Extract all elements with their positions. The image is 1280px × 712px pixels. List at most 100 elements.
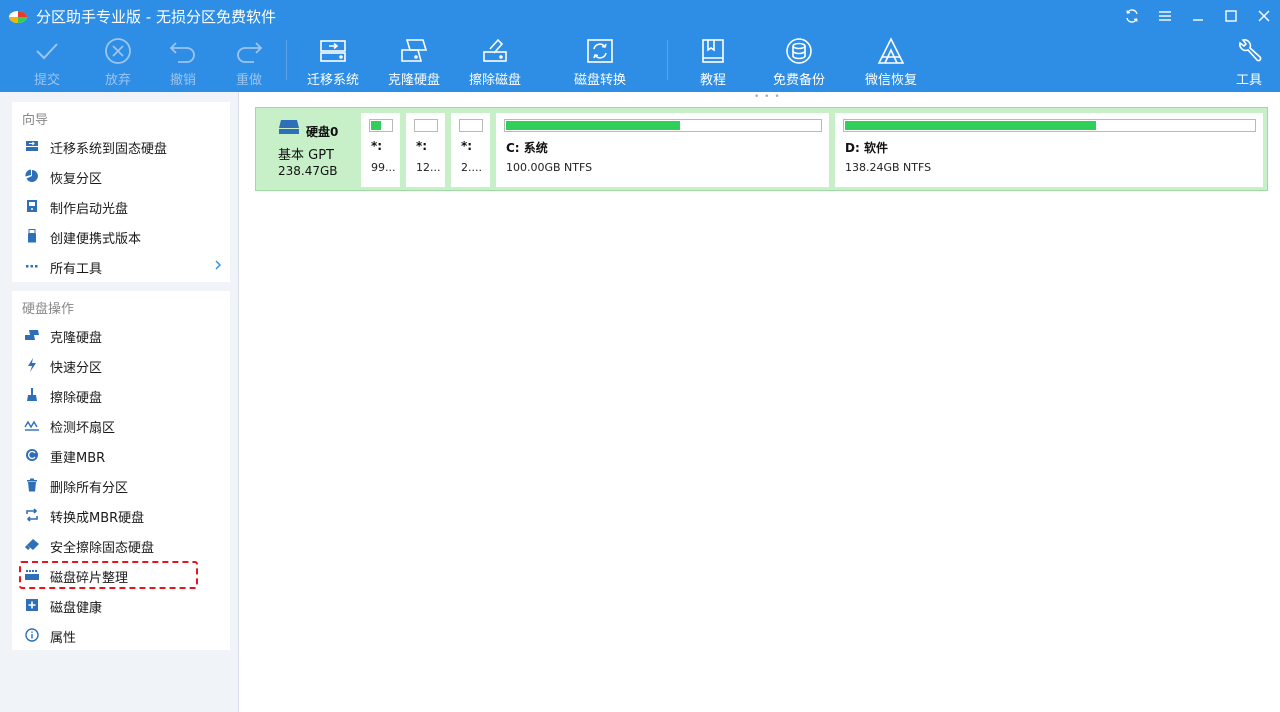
- disk-op-properties[interactable]: 属性: [12, 620, 230, 650]
- eraser-icon: [24, 537, 40, 553]
- recover-pie-icon: [24, 168, 40, 184]
- migrate-os-button[interactable]: 迁移系统: [305, 34, 361, 90]
- disk-op-secure-erase-ssd[interactable]: 安全擦除固态硬盘: [12, 530, 230, 560]
- undo-button[interactable]: 撤销: [164, 34, 202, 90]
- migrate-os-icon: [320, 40, 346, 62]
- minimize-button[interactable]: [1181, 0, 1214, 32]
- hard-disk-icon: [279, 120, 299, 134]
- rebuild-icon: [24, 447, 40, 463]
- app-logo-icon: [9, 11, 27, 23]
- redo-icon: [237, 42, 263, 63]
- wizard-item-all-tools[interactable]: 所有工具: [12, 251, 230, 281]
- check-icon: [36, 43, 58, 60]
- menu-button[interactable]: [1148, 0, 1181, 32]
- wechat-recovery-button[interactable]: 微信恢复: [863, 34, 919, 90]
- wizard-title: 向导: [22, 113, 49, 128]
- health-plus-icon: [24, 597, 40, 613]
- close-button[interactable]: [1247, 0, 1280, 32]
- partition-name: *:: [371, 139, 383, 153]
- hamburger-menu-icon: [1158, 11, 1171, 21]
- partition-info: 100.00GB NTFS: [506, 161, 593, 174]
- free-backup-button[interactable]: 免费备份: [771, 34, 827, 90]
- refresh-button[interactable]: [1115, 0, 1148, 32]
- partition-block[interactable]: *: 2....: [451, 113, 490, 187]
- disk-ops-card: 硬盘操作 克隆硬盘 快速分区 擦除硬盘 检测坏扇区 重建MBR 删除所有分区 转…: [12, 291, 230, 650]
- title-bar: 分区助手专业版 - 无损分区免费软件: [0, 0, 1280, 32]
- tools-button[interactable]: 工具: [1234, 34, 1264, 90]
- disk-name: 硬盘0: [306, 125, 339, 139]
- disk-op-delete-all-partitions[interactable]: 删除所有分区: [12, 470, 230, 500]
- disk-op-bad-sector-check[interactable]: 检测坏扇区: [12, 410, 230, 440]
- disk-op-wipe-disk[interactable]: 擦除硬盘: [12, 380, 230, 410]
- partition-block[interactable]: *: 99...: [361, 113, 400, 187]
- usage-bar: [459, 119, 483, 132]
- maximize-icon: [1224, 10, 1237, 22]
- toolbar-separator: [667, 40, 668, 80]
- wizard-item-portable-version[interactable]: 创建便携式版本: [12, 221, 230, 251]
- disk-convert-button[interactable]: 磁盘转换: [572, 34, 628, 90]
- partition-name: *:: [461, 139, 473, 153]
- partition-name: D: 软件: [845, 141, 888, 155]
- partition-name: C: 系统: [506, 141, 548, 155]
- disk-info[interactable]: 硬盘0 基本 GPT 238.47GB: [256, 108, 356, 190]
- left-panel: 向导 迁移系统到固态硬盘 恢复分区 制作启动光盘 创建便携式版本 所有工具 硬盘…: [0, 92, 239, 712]
- main-toolbar: 提交 放弃 撤销 重做 迁移系统 克隆硬盘 擦除磁盘 磁盘转换 教程 免费备份 …: [0, 34, 1280, 90]
- usage-bar: [369, 119, 393, 132]
- submit-button[interactable]: 提交: [28, 34, 66, 90]
- usage-fill: [845, 121, 1096, 130]
- backup-database-icon: [786, 38, 812, 64]
- discard-button[interactable]: 放弃: [99, 34, 137, 90]
- clone-disk-button[interactable]: 克隆硬盘: [386, 34, 442, 90]
- partition-name: *:: [416, 139, 428, 153]
- partition-info: 99...: [371, 161, 396, 174]
- disk-op-rebuild-mbr[interactable]: 重建MBR: [12, 440, 230, 470]
- wave-icon: [24, 417, 40, 433]
- wipe-disk-button[interactable]: 擦除磁盘: [467, 34, 523, 90]
- usb-icon: [24, 228, 40, 244]
- usage-fill: [506, 121, 680, 130]
- usage-bar: [414, 119, 438, 132]
- main-area: • • • 硬盘0 基本 GPT 238.47GB *: 99... *: 12…: [240, 92, 1280, 712]
- wizard-item-bootable-media[interactable]: 制作启动光盘: [12, 191, 230, 221]
- book-icon: [702, 39, 724, 63]
- usage-fill: [371, 121, 381, 130]
- migrate-icon: [24, 138, 40, 154]
- defrag-highlight-marker: [19, 561, 198, 589]
- top-band: 分区助手专业版 - 无损分区免费软件 提交 放弃 撤销 重做 迁移系统 克隆硬盘…: [0, 0, 1280, 92]
- chevron-right-icon: [215, 260, 221, 270]
- disk-op-clone-disk[interactable]: 克隆硬盘: [12, 320, 230, 350]
- lightning-icon: [24, 357, 40, 373]
- tutorial-button[interactable]: 教程: [696, 34, 730, 90]
- wizard-item-migrate-ssd[interactable]: 迁移系统到固态硬盘: [12, 131, 230, 161]
- wechat-recovery-icon: [877, 37, 905, 64]
- splitter-grip[interactable]: • • •: [754, 92, 781, 102]
- convert-icon: [24, 507, 40, 523]
- usage-bar: [504, 119, 822, 132]
- wipe-disk-icon: [483, 38, 507, 62]
- window-controls: [1115, 0, 1280, 32]
- refresh-icon: [1125, 9, 1138, 23]
- usage-bar: [843, 119, 1256, 132]
- disk-op-disk-health[interactable]: 磁盘健康: [12, 590, 230, 620]
- partition-info: 2....: [461, 161, 482, 174]
- disk-op-convert-mbr[interactable]: 转换成MBR硬盘: [12, 500, 230, 530]
- trash-icon: [24, 477, 40, 493]
- wizard-card: 向导 迁移系统到固态硬盘 恢复分区 制作启动光盘 创建便携式版本 所有工具: [12, 102, 230, 282]
- partition-block-d[interactable]: D: 软件 138.24GB NTFS: [835, 113, 1263, 187]
- disk-row[interactable]: 硬盘0 基本 GPT 238.47GB *: 99... *: 12... *:…: [255, 107, 1268, 191]
- bootable-media-icon: [24, 198, 40, 214]
- cancel-circle-icon: [105, 38, 131, 64]
- disk-convert-icon: [587, 39, 613, 63]
- wrench-icon: [1239, 39, 1262, 62]
- more-dots-icon: [24, 258, 40, 274]
- clone-disk-icon: [401, 39, 428, 62]
- partition-block-c[interactable]: C: 系统 100.00GB NTFS: [496, 113, 829, 187]
- brush-icon: [24, 387, 40, 403]
- maximize-button[interactable]: [1214, 0, 1247, 32]
- close-icon: [1258, 10, 1269, 22]
- disk-ops-title: 硬盘操作: [22, 302, 75, 317]
- redo-button[interactable]: 重做: [230, 34, 268, 90]
- partition-block[interactable]: *: 12...: [406, 113, 445, 187]
- disk-op-quick-partition[interactable]: 快速分区: [12, 350, 230, 380]
- wizard-item-recover-partition[interactable]: 恢复分区: [12, 161, 230, 191]
